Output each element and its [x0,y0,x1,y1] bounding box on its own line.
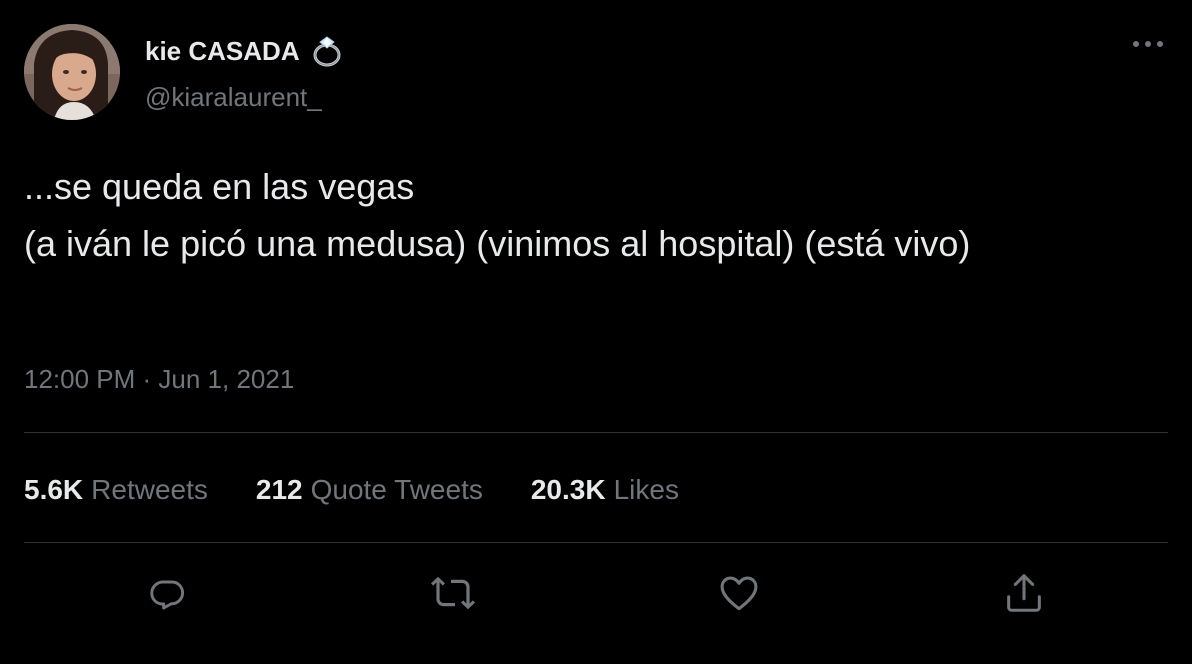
retweet-icon [431,576,475,610]
retweets-count: 5.6K [24,474,84,505]
tweet-timestamp[interactable]: 12:00 PM · Jun 1, 2021 [24,364,294,395]
like-button[interactable] [714,568,764,618]
retweet-button[interactable] [428,568,478,618]
share-button[interactable] [999,568,1049,618]
quote-tweets-count: 212 [255,474,303,505]
tweet-text: ...se queda en las vegas (a iván le picó… [24,166,971,264]
likes-stat[interactable]: 20.3K Likes [531,474,679,506]
more-options-button[interactable] [1128,28,1168,60]
author-name-text: kie CASADA [145,35,300,66]
like-icon [720,576,758,611]
likes-label: Likes [613,474,679,505]
quote-tweets-label: Quote Tweets [310,474,483,505]
divider [24,542,1168,543]
divider [24,432,1168,433]
retweets-stat[interactable]: 5.6K Retweets [24,474,208,506]
ring-icon [310,34,344,68]
more-icon [1133,41,1163,47]
tweet-stats: 5.6K Retweets 212 Quote Tweets 20.3K Lik… [24,474,727,506]
share-icon [1007,574,1041,612]
author-handle[interactable]: @kiaralaurent_ [145,82,322,113]
retweets-label: Retweets [91,474,208,505]
reply-icon [150,580,185,610]
quote-tweets-stat[interactable]: 212 Quote Tweets [256,474,483,506]
avatar[interactable] [24,24,120,120]
author-display-name[interactable]: kie CASADA [145,34,344,68]
likes-count: 20.3K [530,474,606,505]
reply-button[interactable] [143,568,193,618]
